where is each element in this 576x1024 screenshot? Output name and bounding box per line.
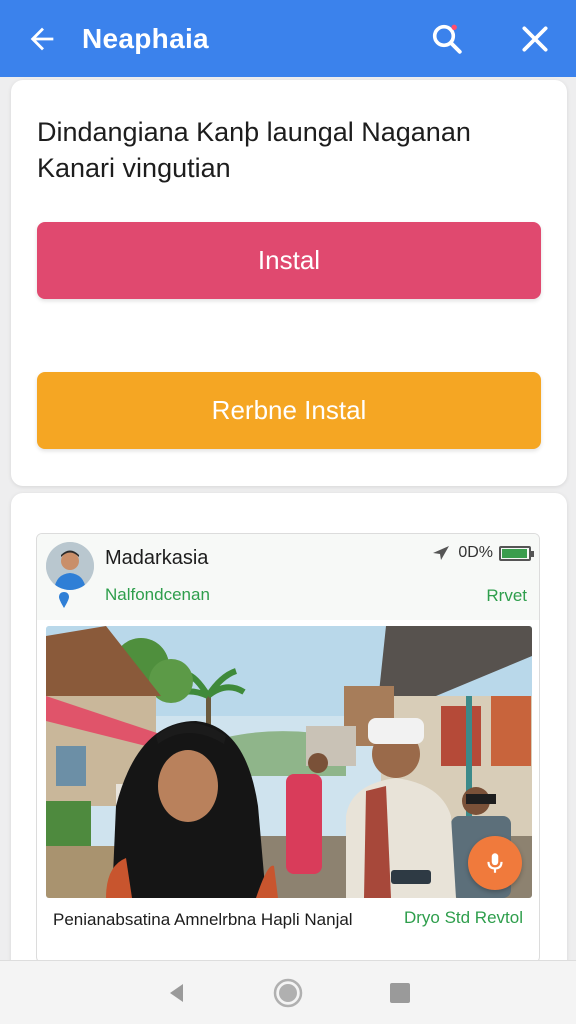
post-location[interactable]: Dryo Std Revtol [404,908,523,928]
reply-link[interactable]: Rrvet [486,586,527,606]
avatar[interactable] [46,542,94,590]
post-caption: Penianabsatina Amnelrbna Hapli Nanjal [53,910,353,929]
avatar-image [46,542,94,590]
nav-recents-icon [390,983,410,1003]
app-bar: Neaphaia [0,0,576,77]
post-subtitle: Nalfondcenan [105,585,210,604]
post-header: Madarkasia Nalfondcenan 0D% Rrvet [37,534,539,620]
location-pin-icon [59,592,69,608]
voice-button[interactable] [468,836,522,890]
app-title: Neaphaia [82,22,209,54]
system-nav-bar [0,960,576,1024]
post-card: Madarkasia Nalfondcenan 0D% Rrvet Penian… [36,533,540,963]
close-button[interactable] [514,18,556,60]
post-card-container: Madarkasia Nalfondcenan 0D% Rrvet Penian… [11,493,567,963]
post-photo[interactable] [46,626,532,898]
nav-home-icon [273,978,303,1008]
nav-recents-button[interactable] [382,975,418,1011]
search-icon [432,24,462,54]
install-card: Dindangiana Kanþ laungal Naganan Kanari … [11,80,567,486]
battery-icon [499,545,534,561]
close-icon [522,26,548,52]
nav-back-button[interactable] [159,975,195,1011]
microphone-icon [487,853,503,873]
battery-text: 0D% [458,544,493,561]
search-button[interactable] [426,18,468,60]
nav-home-button[interactable] [270,975,306,1011]
promo-headline: Dindangiana Kanþ laungal Naganan Kanari … [37,117,471,183]
nav-back-icon [170,984,183,1002]
village-photo [46,626,532,898]
post-author[interactable]: Madarkasia [105,547,208,570]
install-button[interactable]: Instal [37,222,541,299]
secondary-install-button[interactable]: Rerbne Instal [37,372,541,449]
arrow-back-icon [30,27,54,50]
signal-icon [433,546,450,560]
status-indicator: 0D% [432,544,534,562]
back-button[interactable] [22,19,62,59]
